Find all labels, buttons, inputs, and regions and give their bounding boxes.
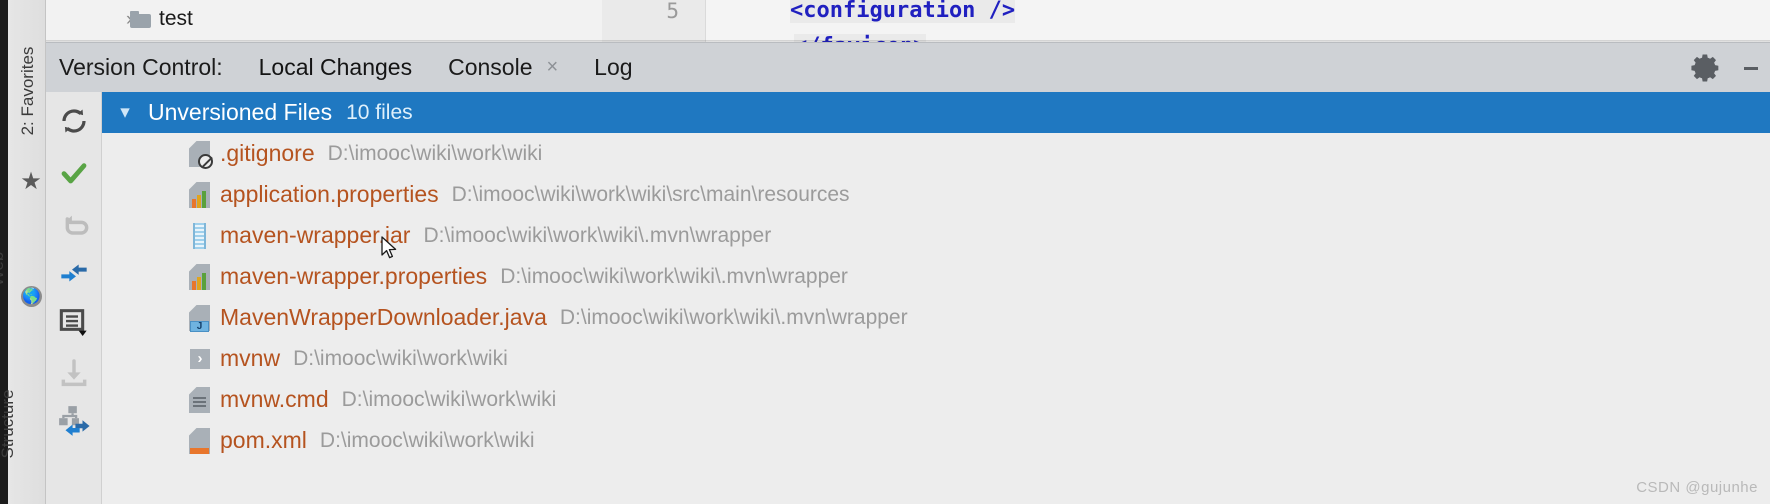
file-name: application.properties xyxy=(220,181,439,207)
rollback-button xyxy=(55,206,93,244)
globe-icon: 🌎 xyxy=(21,286,42,307)
gear-icon[interactable] xyxy=(1690,51,1724,85)
unversioned-files-group-header[interactable]: ▾ Unversioned Files 10 files xyxy=(102,92,1770,133)
sidebar-item-web[interactable]: Web xyxy=(0,229,17,309)
download-icon xyxy=(61,359,87,387)
left-tool-buttons: 2: Favorites ★ Web 🌎 Structure xyxy=(0,0,47,504)
file-name: mvnw xyxy=(220,345,281,371)
list-item[interactable]: maven-wrapper.properties D:\imooc\wiki\w… xyxy=(102,256,848,297)
tab-console[interactable]: Console × xyxy=(448,54,558,81)
text-file-icon xyxy=(187,386,212,414)
commit-button[interactable] xyxy=(55,154,93,192)
version-control-tabbar: Version Control: Local Changes Console ×… xyxy=(46,42,1770,92)
list-dropdown-icon xyxy=(59,309,87,336)
tab-log[interactable]: Log xyxy=(594,54,632,81)
sidebar-item-structure-label: Structure xyxy=(0,389,17,459)
list-item[interactable]: pom.xml D:\imooc\wiki\work\wiki xyxy=(102,420,535,461)
shell-script-icon: › xyxy=(187,345,212,373)
list-bottom-fade xyxy=(204,492,1770,504)
file-path: D:\imooc\wiki\work\wiki\src\main\resourc… xyxy=(451,182,850,206)
file-name: .gitignore xyxy=(220,140,315,166)
compare-arrows-icon xyxy=(61,264,87,282)
folder-icon xyxy=(130,10,152,28)
file-name: maven-wrapper.jar xyxy=(220,222,411,248)
chevron-down-icon[interactable]: ▾ xyxy=(102,101,148,124)
changes-list: ▾ Unversioned Files 10 files .gitignore … xyxy=(102,92,1770,504)
file-path: D:\imooc\wiki\work\wiki\.mvn\wrapper xyxy=(500,264,848,288)
ide-window: › test 5 <configuration /> </favicon> 2:… xyxy=(0,0,1770,504)
editor-content[interactable]: <configuration /> </favicon> xyxy=(706,0,1770,59)
properties-file-icon xyxy=(187,181,212,209)
list-item[interactable]: maven-wrapper.jar D:\imooc\wiki\work\wik… xyxy=(102,215,771,256)
sidebar-item-structure[interactable]: Structure xyxy=(0,374,27,474)
gutter-line-number: 5 xyxy=(666,0,679,23)
tabbar-actions xyxy=(1690,51,1770,85)
sidebar-item-web-label: Web xyxy=(0,251,7,287)
list-item[interactable]: J MavenWrapperDownloader.java D:\imooc\w… xyxy=(102,297,908,338)
sidebar-item-favorites[interactable]: 2: Favorites xyxy=(9,21,47,161)
refresh-button[interactable] xyxy=(55,102,93,140)
editor-gutter: 5 xyxy=(602,0,706,42)
editor-strip: › test 5 <configuration /> </favicon> xyxy=(0,0,1770,59)
close-icon[interactable]: × xyxy=(546,56,558,79)
tab-local-changes[interactable]: Local Changes xyxy=(259,54,412,81)
group-by-button[interactable] xyxy=(55,303,93,341)
maven-pom-icon xyxy=(187,427,212,455)
shelve-hierarchy-icon xyxy=(59,406,90,436)
list-item[interactable]: mvnw.cmd D:\imooc\wiki\work\wiki xyxy=(102,379,556,420)
tool-window-title: Version Control: xyxy=(59,54,223,80)
checkmark-icon xyxy=(61,163,87,184)
file-ignored-icon xyxy=(187,140,213,169)
file-rows: .gitignore D:\imooc\wiki\work\wiki appli… xyxy=(102,133,1770,504)
group-title: Unversioned Files xyxy=(148,99,333,125)
file-name: pom.xml xyxy=(220,427,307,453)
list-item[interactable]: .gitignore D:\imooc\wiki\work\wiki xyxy=(102,133,542,174)
tab-local-changes-label: Local Changes xyxy=(258,54,413,80)
properties-file-icon xyxy=(187,263,212,291)
diff-button[interactable] xyxy=(55,252,93,290)
watermark: CSDN @gujunhe xyxy=(1636,479,1758,496)
file-path: D:\imooc\wiki\work\wiki\.mvn\wrapper xyxy=(559,305,908,329)
undo-icon xyxy=(65,215,89,235)
file-path: D:\imooc\wiki\work\wiki xyxy=(319,428,535,452)
list-item[interactable]: › mvnw D:\imooc\wiki\work\wiki xyxy=(102,338,508,379)
group-count: 10 files xyxy=(346,100,413,124)
chevron-right-icon[interactable]: › xyxy=(46,10,132,29)
file-path: D:\imooc\wiki\work\wiki xyxy=(293,346,508,370)
jar-file-icon xyxy=(187,222,212,250)
project-tree-item-label: test xyxy=(159,7,193,30)
file-path: D:\imooc\wiki\work\wiki\.mvn\wrapper xyxy=(423,223,772,247)
file-path: D:\imooc\wiki\work\wiki xyxy=(327,141,543,165)
tab-console-label: Console xyxy=(448,54,533,80)
hide-icon[interactable] xyxy=(1742,51,1764,85)
shelve-button[interactable] xyxy=(55,402,93,440)
file-name: MavenWrapperDownloader.java xyxy=(220,304,547,330)
file-path: D:\imooc\wiki\work\wiki xyxy=(341,387,557,411)
project-tree-row-test[interactable]: › test xyxy=(46,0,193,38)
star-icon: ★ xyxy=(20,168,42,195)
list-item[interactable]: application.properties D:\imooc\wiki\wor… xyxy=(102,174,850,215)
get-from-vcs-button xyxy=(55,354,93,392)
tab-log-label: Log xyxy=(594,54,633,80)
java-file-icon: J xyxy=(187,304,212,332)
code-line-configuration: <configuration /> xyxy=(790,0,1016,23)
file-name: mvnw.cmd xyxy=(220,386,329,412)
sidebar-item-favorites-label: 2: Favorites xyxy=(18,46,37,136)
file-name: maven-wrapper.properties xyxy=(220,263,488,289)
project-tree: › test xyxy=(46,0,602,42)
refresh-icon xyxy=(62,109,86,133)
version-control-toolbar xyxy=(46,92,102,504)
